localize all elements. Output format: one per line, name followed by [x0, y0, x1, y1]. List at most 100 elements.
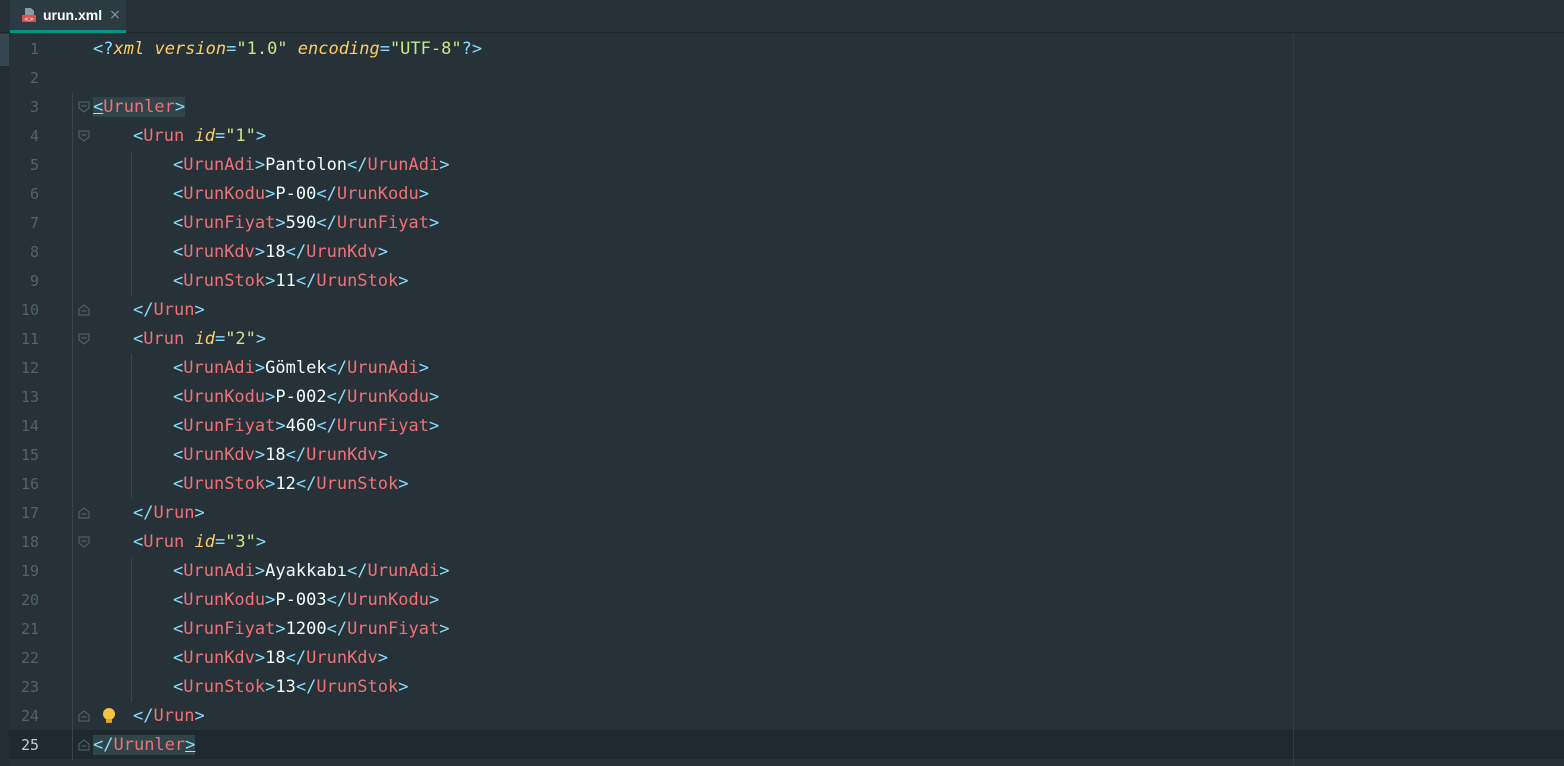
code-token: >: [194, 300, 205, 320]
code-token: UrunStok: [183, 677, 266, 697]
code-line[interactable]: </Urunler>: [93, 731, 196, 760]
code-token: =: [214, 329, 226, 349]
fold-icon[interactable]: [78, 101, 90, 113]
code-token: <: [133, 329, 144, 349]
indent-guide: [131, 151, 132, 296]
code-token: UrunKdv: [183, 445, 255, 465]
code-token: >: [439, 561, 450, 581]
code-token: </: [295, 271, 317, 291]
code-token: ?>: [461, 39, 483, 59]
code-token: >: [265, 474, 276, 494]
code-token: Ayakkabı: [265, 561, 348, 581]
indent-guide: [131, 354, 132, 499]
code-line[interactable]: <UrunAdi>Ayakkabı</UrunAdi>: [173, 557, 449, 586]
code-token: UrunAdi: [367, 561, 440, 581]
code-token: UrunKodu: [336, 184, 419, 204]
code-token: UrunFiyat: [183, 213, 276, 233]
code-token: "3": [225, 532, 256, 552]
code-token: UrunKdv: [306, 242, 378, 262]
code-token: Urunler: [103, 97, 175, 117]
code-token: 12: [275, 474, 296, 494]
fold-icon[interactable]: [78, 304, 90, 316]
fold-icon[interactable]: [78, 536, 90, 548]
code-line[interactable]: <Urun id="1">: [133, 122, 266, 151]
code-token: UrunAdi: [183, 561, 255, 581]
code-token: P-003: [275, 590, 327, 610]
code-line[interactable]: <Urun id="2">: [133, 325, 266, 354]
code-line[interactable]: <UrunKodu>P-002</UrunKodu>: [173, 383, 439, 412]
code-line[interactable]: </Urun>: [133, 499, 205, 528]
code-token: <: [173, 358, 184, 378]
code-line[interactable]: <UrunKdv>18</UrunKdv>: [173, 644, 388, 673]
code-token: <: [173, 474, 184, 494]
code-token: UrunAdi: [347, 358, 419, 378]
code-token: "1": [225, 126, 256, 146]
code-line[interactable]: <UrunKodu>P-00</UrunKodu>: [173, 180, 429, 209]
fold-icon[interactable]: [78, 507, 90, 519]
code-token: UrunStok: [316, 677, 399, 697]
code-token: </: [326, 358, 348, 378]
code-token: Urunler: [113, 735, 186, 755]
fold-icon[interactable]: [78, 130, 90, 142]
code-line[interactable]: <UrunFiyat>460</UrunFiyat>: [173, 412, 439, 441]
code-token: </: [326, 387, 348, 407]
code-token: >: [265, 590, 276, 610]
code-line[interactable]: <UrunKdv>18</UrunKdv>: [173, 238, 388, 267]
fold-icon[interactable]: [78, 739, 90, 751]
code-token: >: [265, 387, 276, 407]
code-token: <: [173, 387, 184, 407]
code-line[interactable]: <UrunFiyat>590</UrunFiyat>: [173, 209, 439, 238]
code-token: =: [214, 532, 226, 552]
code-token: >: [254, 445, 266, 465]
code-line[interactable]: <?xml version="1.0" encoding="UTF-8"?>: [93, 35, 482, 64]
fold-icon[interactable]: [78, 333, 90, 345]
code-token: "UTF-8": [389, 39, 462, 59]
code-token: 18: [265, 242, 286, 262]
code-token: >: [418, 184, 429, 204]
code-line[interactable]: <Urunler>: [93, 93, 186, 122]
code-token: </: [326, 590, 348, 610]
code-token: Pantolon: [265, 155, 348, 175]
code-token: UrunStok: [316, 271, 399, 291]
indent-guide: [131, 557, 132, 702]
code-token: "1.0": [236, 39, 288, 59]
code-token: >: [194, 503, 205, 523]
code-line[interactable]: <UrunAdi>Gömlek</UrunAdi>: [173, 354, 429, 383]
code-token: 18: [265, 445, 286, 465]
code-line[interactable]: </Urun>: [133, 296, 205, 325]
code-token: >: [254, 155, 266, 175]
code-token: <: [173, 416, 184, 436]
code-token: <: [173, 242, 184, 262]
code-token: </: [316, 184, 337, 204]
tab-urun-xml[interactable]: <> urun.xml ×: [10, 0, 126, 33]
code-token: >: [398, 271, 409, 291]
close-icon[interactable]: ×: [109, 8, 121, 22]
code-token: >: [428, 416, 440, 436]
code-line[interactable]: <UrunFiyat>1200</UrunFiyat>: [173, 615, 449, 644]
code-line[interactable]: <Urun id="3">: [133, 528, 266, 557]
code-token: 13: [275, 677, 296, 697]
code-token: </: [93, 735, 114, 755]
code-token: <: [173, 445, 184, 465]
tab-label: urun.xml: [43, 7, 103, 23]
code-line[interactable]: <UrunStok>12</UrunStok>: [173, 470, 409, 499]
code-line[interactable]: <UrunAdi>Pantolon</UrunAdi>: [173, 151, 449, 180]
code-line[interactable]: <UrunStok>13</UrunStok>: [173, 673, 409, 702]
code-token: >: [418, 358, 429, 378]
code-token: <: [133, 532, 144, 552]
code-line[interactable]: <UrunStok>11</UrunStok>: [173, 267, 409, 296]
code-token: UrunAdi: [367, 155, 440, 175]
fold-icon[interactable]: [78, 710, 90, 722]
code-token: encoding: [297, 39, 380, 59]
lightbulb-icon[interactable]: [101, 707, 117, 725]
code-token: </: [285, 648, 307, 668]
code-line[interactable]: <UrunKodu>P-003</UrunKodu>: [173, 586, 439, 615]
code-line[interactable]: </Urun>: [133, 702, 205, 731]
code-editor[interactable]: <?xml version="1.0" encoding="UTF-8"?> <U…: [0, 34, 1564, 766]
code-token: >: [254, 561, 266, 581]
root-open-tag: <Urunler>: [93, 97, 186, 117]
code-token: UrunFiyat: [183, 619, 276, 639]
code-token: id: [194, 329, 215, 349]
code-line[interactable]: <UrunKdv>18</UrunKdv>: [173, 441, 388, 470]
